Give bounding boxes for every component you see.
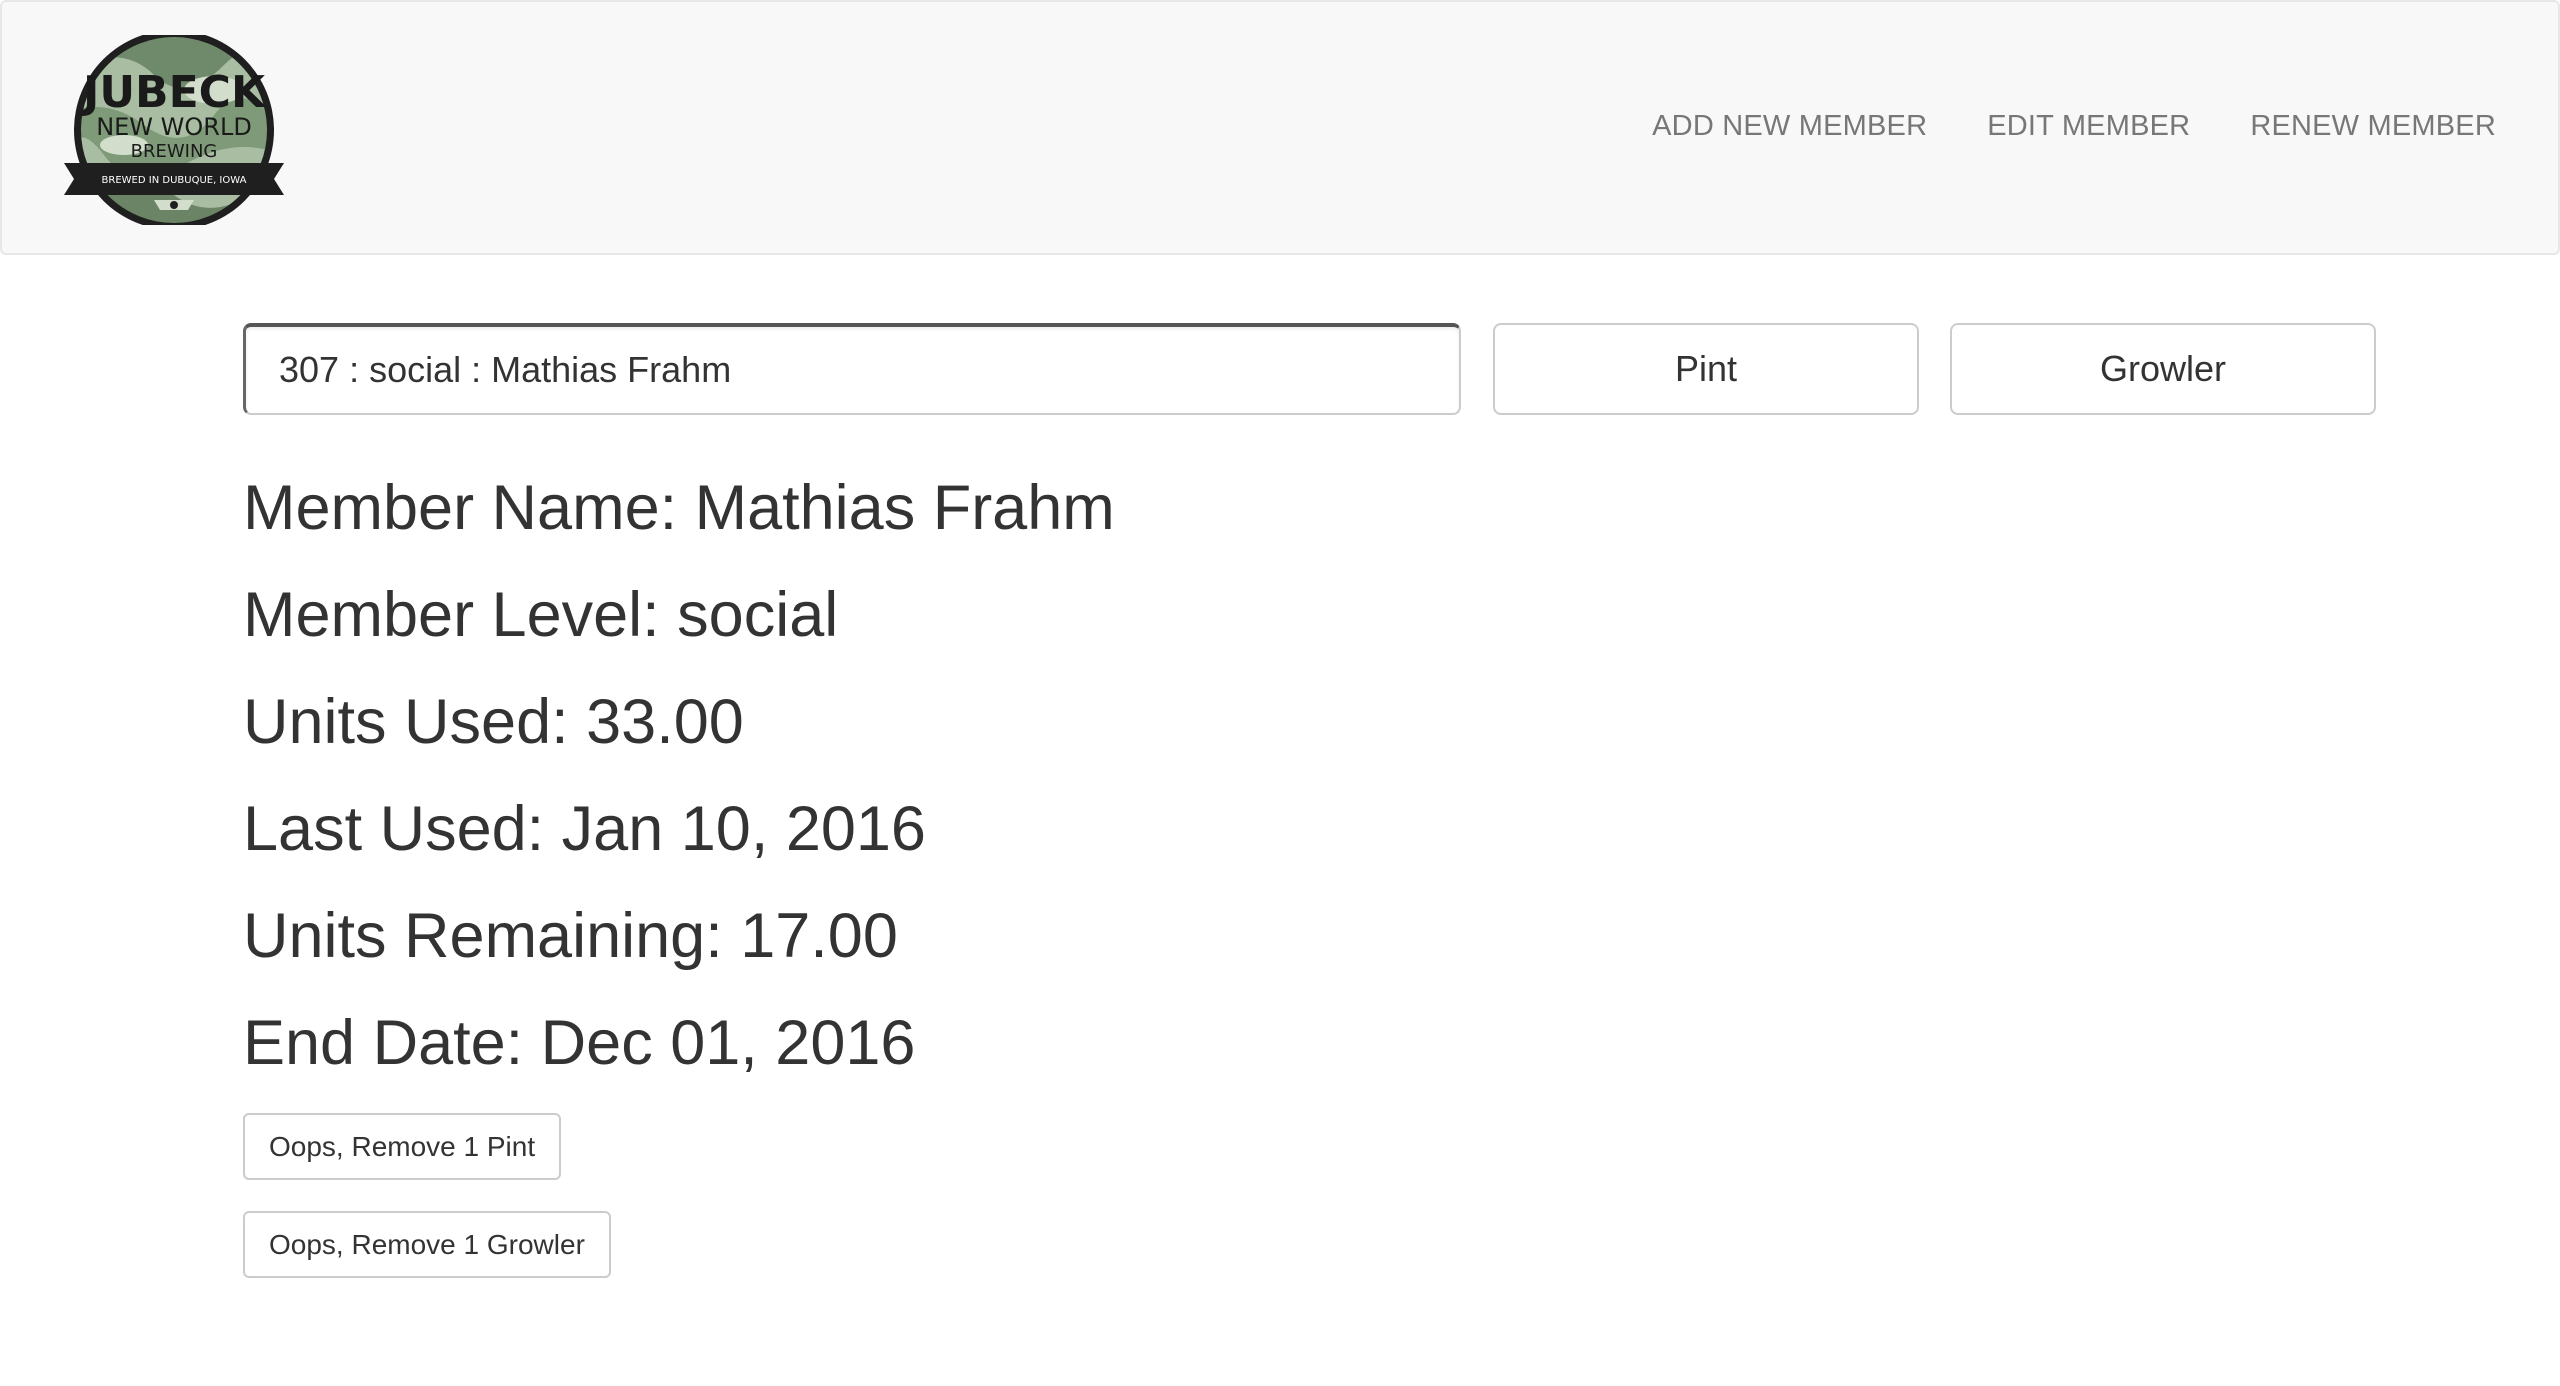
brand-logo[interactable]: JUBECK NEW WORLD BREWING BREWED IN DUBUQ… <box>64 35 284 225</box>
member-info: Member Name: Mathias Frahm Member Level:… <box>243 477 2377 1075</box>
last-used: Last Used: Jan 10, 2016 <box>243 794 926 864</box>
logo-tagline: BREWED IN DUBUQUE, IOWA <box>102 175 247 186</box>
member-name: Member Name: Mathias Frahm <box>243 473 1115 543</box>
pint-button[interactable]: Pint <box>1493 323 1919 415</box>
member-select-row: Pint Growler <box>243 323 2377 415</box>
logo-text-line1: JUBECK <box>80 67 267 118</box>
member-search-input[interactable] <box>243 323 1461 415</box>
remove-pint-button[interactable]: Oops, Remove 1 Pint <box>243 1113 562 1180</box>
nav-add-new-member[interactable]: ADD NEW MEMBER <box>1652 110 1927 143</box>
units-used: Units Used: 33.00 <box>243 687 744 757</box>
logo-text-line2: NEW WORLD <box>96 113 252 141</box>
end-date: End Date: Dec 01, 2016 <box>243 1008 916 1078</box>
remove-growler-button[interactable]: Oops, Remove 1 Growler <box>243 1211 611 1278</box>
nav-renew-member[interactable]: RENEW MEMBER <box>2250 110 2496 143</box>
growler-button[interactable]: Growler <box>1950 323 2376 415</box>
member-level: Member Level: social <box>243 580 839 650</box>
logo-text-line3: BREWING <box>131 141 218 162</box>
units-remaining: Units Remaining: 17.00 <box>243 901 898 971</box>
nav-edit-member[interactable]: EDIT MEMBER <box>1987 110 2190 143</box>
navbar: JUBECK NEW WORLD BREWING BREWED IN DUBUQ… <box>0 0 2560 255</box>
nav-menu: ADD NEW MEMBER EDIT MEMBER RENEW MEMBER <box>1652 110 2496 143</box>
main-content: Pint Growler Member Name: Mathias Frahm … <box>243 323 2377 1278</box>
